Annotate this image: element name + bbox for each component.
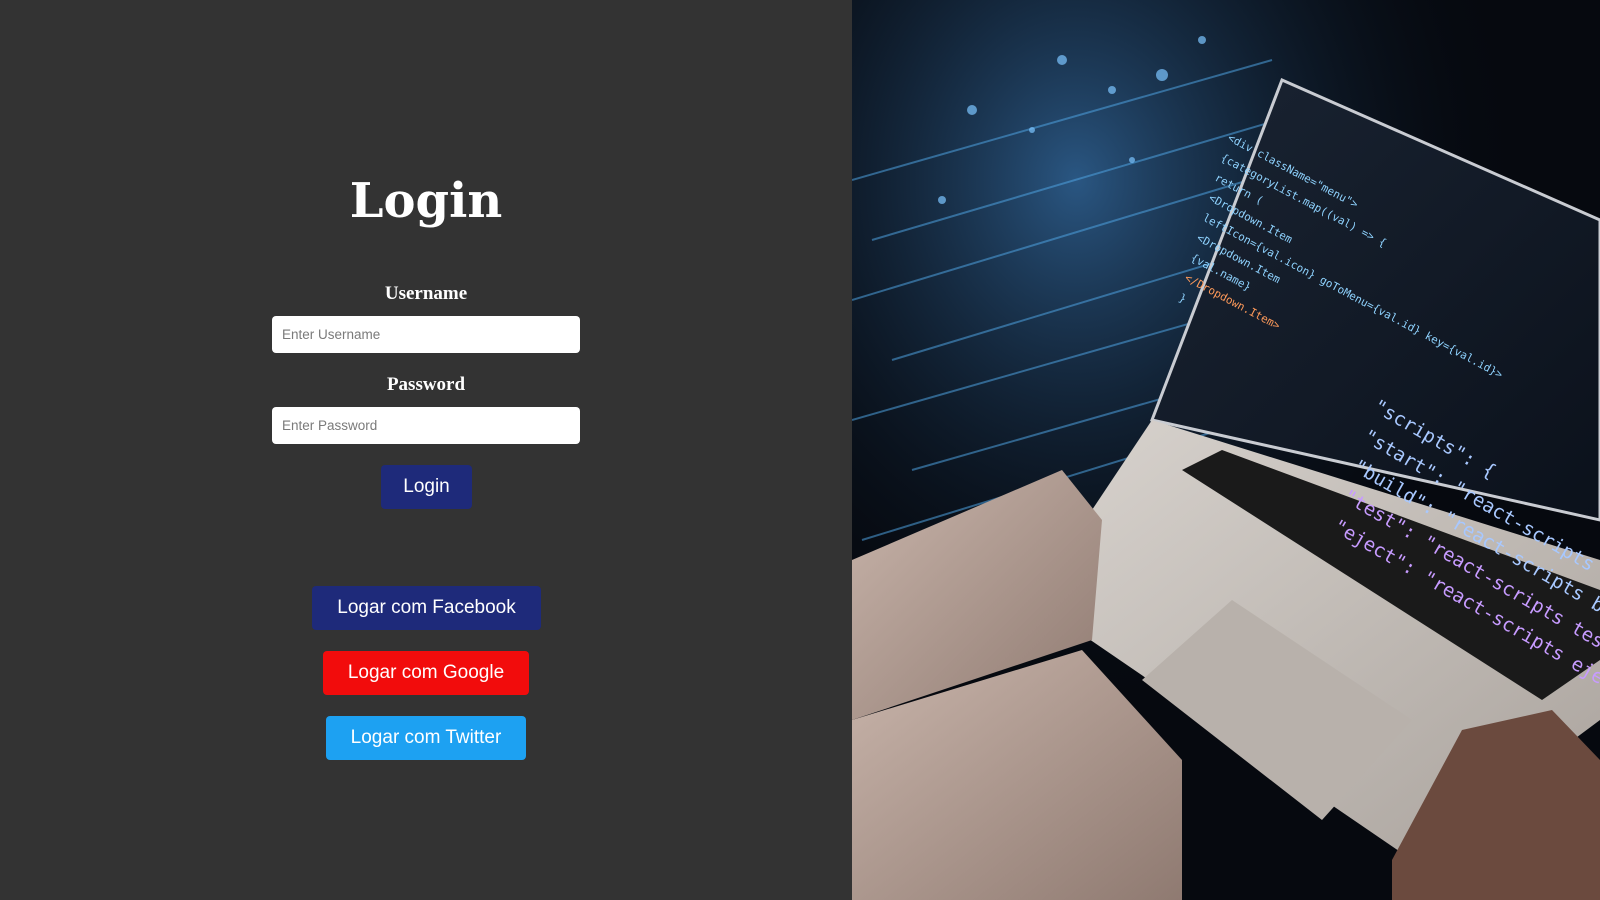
password-input[interactable] — [272, 407, 580, 444]
password-label: Password — [386, 374, 466, 395]
login-panel: Login Username Password Login Logar com … — [0, 0, 852, 900]
google-login-button[interactable]: Logar com Google — [323, 651, 529, 695]
facebook-login-button[interactable]: Logar com Facebook — [312, 586, 541, 630]
hero-image: <div className="menu"> {categoryList.map… — [852, 0, 1600, 900]
login-page: Login Username Password Login Logar com … — [0, 0, 1600, 900]
username-input[interactable] — [272, 316, 580, 353]
username-label: Username — [384, 283, 468, 304]
hero-illustration: <div className="menu"> {categoryList.map… — [852, 0, 1600, 900]
page-title: Login — [349, 173, 503, 229]
login-button[interactable]: Login — [381, 465, 472, 509]
twitter-login-button[interactable]: Logar com Twitter — [326, 716, 526, 760]
login-form: Login Username Password Login Logar com … — [0, 0, 852, 900]
